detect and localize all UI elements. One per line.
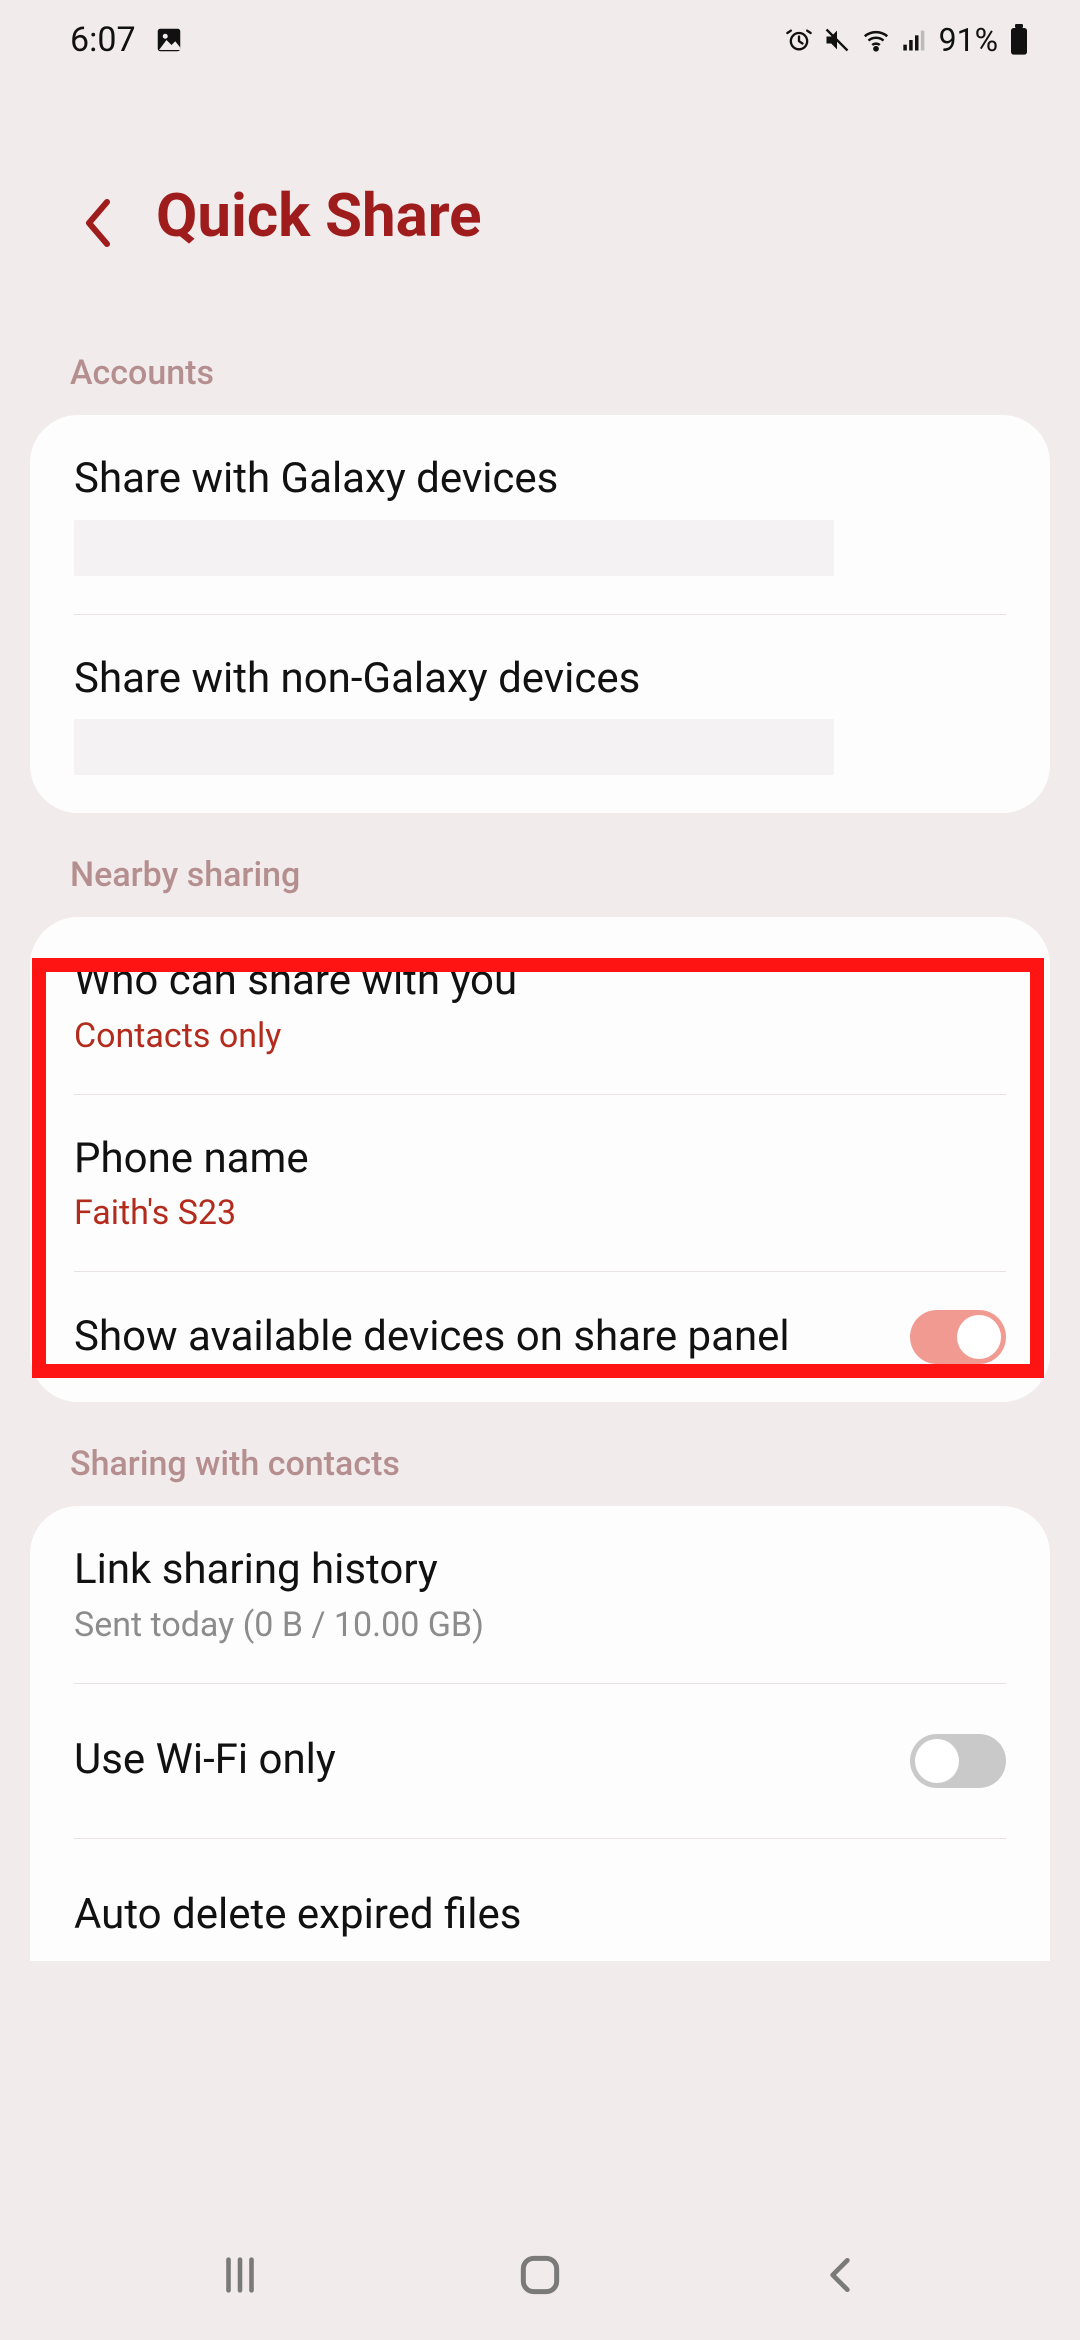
status-left: 6:07	[70, 20, 184, 60]
row-phone-name-value: Faith's S23	[74, 1193, 1006, 1233]
wifi-icon	[861, 25, 891, 55]
section-label-accounts: Accounts	[0, 311, 1080, 415]
nav-recents-icon[interactable]	[205, 2240, 275, 2310]
row-link-history[interactable]: Link sharing history Sent today (0 B / 1…	[30, 1506, 1050, 1683]
row-share-galaxy[interactable]: Share with Galaxy devices	[30, 415, 1050, 614]
back-icon[interactable]	[80, 196, 120, 236]
row-auto-delete-title: Auto delete expired files	[74, 1889, 1006, 1942]
row-wifi-only-title: Use Wi-Fi only	[74, 1734, 910, 1787]
row-link-history-sub: Sent today (0 B / 10.00 GB)	[74, 1605, 1006, 1645]
row-who-can-share-value: Contacts only	[74, 1016, 1006, 1056]
status-time: 6:07	[70, 20, 136, 60]
card-accounts: Share with Galaxy devices Share with non…	[30, 415, 1050, 813]
page-header: Quick Share	[0, 80, 1080, 311]
row-share-galaxy-title: Share with Galaxy devices	[74, 453, 1006, 506]
status-right: 91%	[785, 21, 1030, 59]
row-who-can-share[interactable]: Who can share with you Contacts only	[30, 917, 1050, 1094]
row-who-can-share-title: Who can share with you	[74, 955, 1006, 1008]
nav-home-icon[interactable]	[505, 2240, 575, 2310]
card-contacts: Link sharing history Sent today (0 B / 1…	[30, 1506, 1050, 1961]
row-phone-name-title: Phone name	[74, 1133, 1006, 1186]
row-link-history-title: Link sharing history	[74, 1544, 1006, 1597]
card-nearby: Who can share with you Contacts only Pho…	[30, 917, 1050, 1402]
mute-icon	[823, 26, 851, 54]
redacted-block	[74, 719, 834, 775]
nav-back-icon[interactable]	[805, 2240, 875, 2310]
toggle-wifi-only[interactable]	[910, 1734, 1006, 1788]
battery-percent: 91%	[939, 21, 998, 59]
system-nav-bar	[0, 2210, 1080, 2340]
toggle-show-devices[interactable]	[910, 1310, 1006, 1364]
section-label-nearby: Nearby sharing	[0, 813, 1080, 917]
row-show-devices[interactable]: Show available devices on share panel	[30, 1272, 1050, 1402]
row-phone-name[interactable]: Phone name Faith's S23	[30, 1095, 1050, 1272]
section-label-contacts: Sharing with contacts	[0, 1402, 1080, 1506]
redacted-block	[74, 520, 834, 576]
row-show-devices-title: Show available devices on share panel	[74, 1311, 880, 1364]
picture-icon	[154, 25, 184, 55]
page-title: Quick Share	[156, 180, 482, 251]
battery-icon	[1008, 24, 1030, 56]
status-bar: 6:07 91%	[0, 0, 1080, 80]
row-share-non-galaxy-title: Share with non-Galaxy devices	[74, 653, 1006, 706]
row-share-non-galaxy[interactable]: Share with non-Galaxy devices	[30, 615, 1050, 814]
row-auto-delete[interactable]: Auto delete expired files	[30, 1839, 1050, 1962]
row-wifi-only[interactable]: Use Wi-Fi only	[30, 1684, 1050, 1838]
alarm-icon	[785, 26, 813, 54]
signal-icon	[901, 26, 929, 54]
